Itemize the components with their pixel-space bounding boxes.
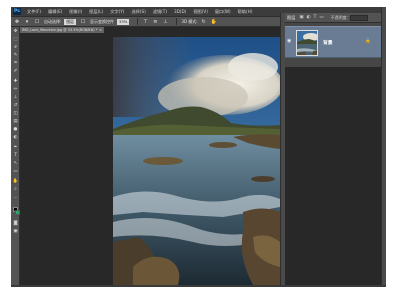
menu-window[interactable]: 窗口(W)	[215, 9, 231, 15]
show-transform-label: 显示变换控件	[89, 18, 114, 24]
auto-select-label: 自动选择:	[44, 18, 62, 24]
more-tools-icon[interactable]: …	[12, 195, 19, 200]
dodge-tool-icon[interactable]: ◐	[12, 135, 19, 140]
opacity-label: 不透明度:	[330, 14, 348, 20]
filter-type-icon[interactable]: T	[314, 15, 317, 20]
healing-tool-icon[interactable]: ✚	[12, 79, 19, 84]
crop-tool-icon[interactable]: ⌗	[12, 61, 19, 66]
zoom-tool-icon[interactable]: ⌕	[12, 187, 19, 192]
auto-select-dropdown[interactable]: 图层	[64, 18, 76, 25]
menu-view[interactable]: 视图(V)	[193, 9, 208, 15]
blur-tool-icon[interactable]: ●	[12, 127, 19, 132]
screen-mode-icon[interactable]: ▣	[12, 229, 19, 234]
quick-select-tool-icon[interactable]: ✎	[12, 53, 19, 58]
align-top-icon[interactable]: ⊤	[142, 19, 148, 25]
menu-edit[interactable]: 编辑(E)	[48, 9, 62, 15]
auto-select-checkbox[interactable]: ☐	[34, 19, 40, 25]
pen-tool-icon[interactable]: ✒	[12, 145, 19, 150]
marquee-tool-icon[interactable]: ⬚	[12, 37, 19, 42]
clone-stamp-tool-icon[interactable]: ⊥	[12, 95, 19, 100]
layers-panel-title[interactable]: 图层	[287, 15, 295, 21]
layer-thumbnail-image	[297, 31, 317, 55]
menu-layer[interactable]: 图层(L)	[89, 9, 103, 15]
image-canvas[interactable]	[113, 37, 280, 285]
quick-mask-icon[interactable]: ◙	[12, 221, 19, 226]
panel-empty-area	[285, 67, 381, 285]
filter-adjust-icon[interactable]: ◐	[307, 15, 311, 20]
move-tool-icon[interactable]: ✥	[12, 29, 19, 34]
layers-panel: ◉ 背景 🔒	[285, 23, 381, 67]
hand-tool-icon[interactable]: ✋	[12, 179, 19, 184]
menu-help[interactable]: 帮助(H)	[238, 9, 253, 15]
show-transform-checkbox[interactable]: ☐	[80, 19, 86, 25]
align-bottom-icon[interactable]: ⊥	[162, 19, 168, 25]
document-workspace: IMG_Lone_Mountain.jpg @ 33.3%(RGB/8#) * …	[20, 27, 280, 285]
filter-pixel-icon[interactable]: ▣	[299, 15, 303, 20]
mode-3d-label: 3D 模式:	[181, 18, 198, 24]
lock-icon[interactable]: 🔒	[365, 39, 371, 44]
status-bar	[11, 285, 386, 287]
menu-file[interactable]: 文件(F)	[27, 9, 41, 15]
layer-row-background[interactable]: ◉ 背景 🔒	[285, 26, 381, 58]
menu-select[interactable]: 选择(S)	[131, 9, 145, 15]
gradient-tool-icon[interactable]: ▤	[12, 119, 19, 124]
align-middle-icon[interactable]: ≡	[152, 19, 158, 25]
eye-icon[interactable]: ◉	[287, 39, 292, 44]
move-icon[interactable]: ✥	[14, 19, 20, 25]
type-tool-icon[interactable]: T	[12, 153, 19, 158]
eraser-tool-icon[interactable]: ◫	[12, 111, 19, 116]
tool-preset-icon[interactable]: ▾	[24, 19, 30, 25]
ps-logo: Ps	[13, 8, 21, 15]
filter-shape-icon[interactable]: ▭	[319, 15, 323, 20]
history-brush-tool-icon[interactable]: ↺	[12, 103, 19, 108]
layers-panel-header: 图层 ▣ ◐ T ▭ 不透明度:	[285, 13, 381, 23]
rotate-3d-icon[interactable]: ↻	[201, 19, 207, 25]
layer-thumbnail[interactable]	[296, 30, 318, 56]
layer-name[interactable]: 背景	[323, 39, 333, 46]
menu-3d[interactable]: 3D(D)	[174, 9, 186, 14]
right-collapsed-dock	[381, 7, 386, 285]
shape-tool-icon[interactable]: ▭	[12, 169, 19, 174]
tools-panel: ✥ ⬚ ∂ ✎ ⌗ ✐ ✚ ✏ ⊥ ↺ ◫ ▤ ● ◐ ✒ T ↖ ▭ ✋ ⌕ …	[11, 27, 20, 285]
menu-filter[interactable]: 滤镜(T)	[153, 9, 167, 15]
document-tab-title: IMG_Lone_Mountain.jpg @ 33.3%(RGB/8#) *	[22, 28, 98, 32]
landscape-photo	[113, 37, 280, 285]
menu-type[interactable]: 文字(Y)	[110, 9, 124, 15]
opacity-field[interactable]	[349, 14, 368, 21]
pan-3d-icon[interactable]: ✋	[211, 19, 217, 25]
separator	[137, 18, 139, 25]
zoom-field[interactable]: 33%	[116, 18, 130, 25]
lasso-tool-icon[interactable]: ∂	[12, 45, 19, 50]
separator	[176, 18, 178, 25]
path-select-tool-icon[interactable]: ↖	[12, 161, 19, 166]
eyedropper-tool-icon[interactable]: ✐	[12, 69, 19, 74]
brush-tool-icon[interactable]: ✏	[12, 87, 19, 92]
document-tab[interactable]: IMG_Lone_Mountain.jpg @ 33.3%(RGB/8#) * …	[20, 27, 104, 33]
menu-image[interactable]: 图像(I)	[69, 9, 82, 15]
photoshop-window: Ps 文件(F) 编辑(E) 图像(I) 图层(L) 文字(Y) 选择(S) 滤…	[0, 0, 401, 294]
close-icon[interactable]: ×	[99, 27, 102, 33]
